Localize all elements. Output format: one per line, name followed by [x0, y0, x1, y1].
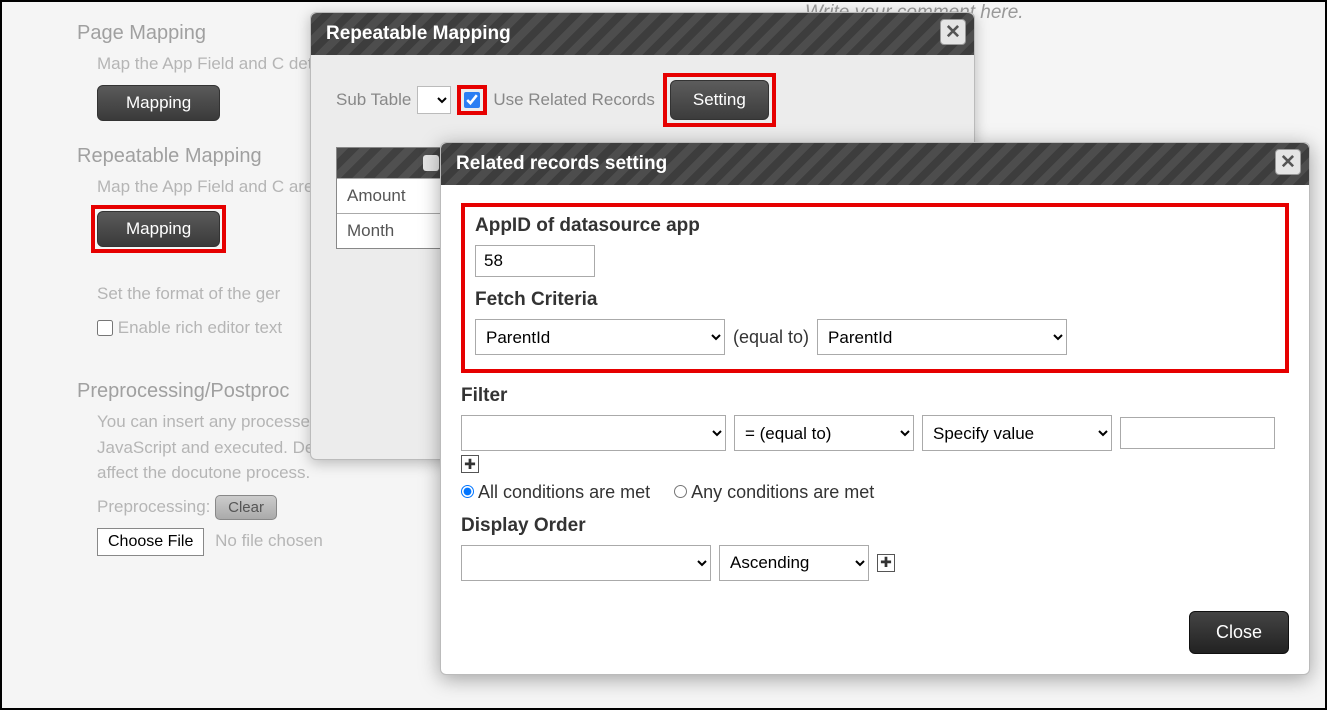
table-row[interactable]: Month [337, 213, 445, 248]
filter-op-select[interactable]: = (equal to) [734, 415, 914, 451]
cond-any-radio[interactable] [674, 485, 687, 498]
fetch-left-select[interactable]: ParentId [475, 319, 725, 355]
use-related-checkbox[interactable] [464, 92, 480, 108]
fetch-right-select[interactable]: ParentId [817, 319, 1067, 355]
filter-label: Filter [461, 385, 1289, 407]
sub-table-select[interactable] [417, 86, 451, 114]
cond-any-label: Any conditions are met [691, 482, 874, 502]
table-row[interactable]: Amount [337, 178, 445, 213]
sub-table-label: Sub Table [336, 90, 411, 110]
highlighted-settings: AppID of datasource app Fetch Criteria P… [461, 203, 1289, 373]
enable-rich-checkbox[interactable] [97, 320, 113, 336]
filter-field-select[interactable] [461, 415, 726, 451]
filter-value-type-select[interactable]: Specify value [922, 415, 1112, 451]
preproc-label: Preprocessing: [97, 497, 210, 516]
related-dialog-header: Related records setting ✕ [441, 143, 1309, 185]
fetch-criteria-label: Fetch Criteria [475, 289, 1275, 311]
appid-input[interactable] [475, 245, 595, 277]
mapping-table-header [337, 148, 445, 178]
setting-button[interactable]: Setting [670, 80, 769, 120]
cond-any-option[interactable]: Any conditions are met [674, 482, 874, 503]
no-file-label: No file chosen [215, 531, 323, 550]
appid-label: AppID of datasource app [475, 215, 1275, 237]
add-filter-button[interactable]: ✚ [461, 455, 479, 473]
repeatable-dialog-title: Repeatable Mapping [326, 23, 511, 44]
filter-value-input[interactable] [1120, 417, 1275, 449]
related-dialog-title: Related records setting [456, 153, 667, 174]
order-dir-select[interactable]: Ascending [719, 545, 869, 581]
related-records-dialog: Related records setting ✕ AppID of datas… [440, 142, 1310, 675]
choose-file-button[interactable]: Choose File [97, 528, 204, 556]
repeatable-dialog-header: Repeatable Mapping ✕ [311, 13, 974, 55]
clear-button[interactable]: Clear [215, 495, 277, 520]
close-icon[interactable]: ✕ [940, 19, 966, 45]
repeatable-mapping-button[interactable]: Mapping [97, 211, 220, 247]
order-field-select[interactable] [461, 545, 711, 581]
close-icon[interactable]: ✕ [1275, 149, 1301, 175]
use-related-label: Use Related Records [493, 90, 655, 110]
enable-rich-label: Enable rich editor text [118, 318, 282, 337]
close-button[interactable]: Close [1189, 611, 1289, 654]
cond-all-radio[interactable] [461, 485, 474, 498]
cond-all-label: All conditions are met [478, 482, 650, 502]
add-order-button[interactable]: ✚ [877, 554, 895, 572]
page-mapping-button[interactable]: Mapping [97, 85, 220, 121]
cond-all-option[interactable]: All conditions are met [461, 482, 650, 503]
fetch-op-label: (equal to) [733, 327, 809, 348]
display-order-label: Display Order [461, 515, 1289, 537]
mapping-table: Amount Month [336, 147, 446, 249]
